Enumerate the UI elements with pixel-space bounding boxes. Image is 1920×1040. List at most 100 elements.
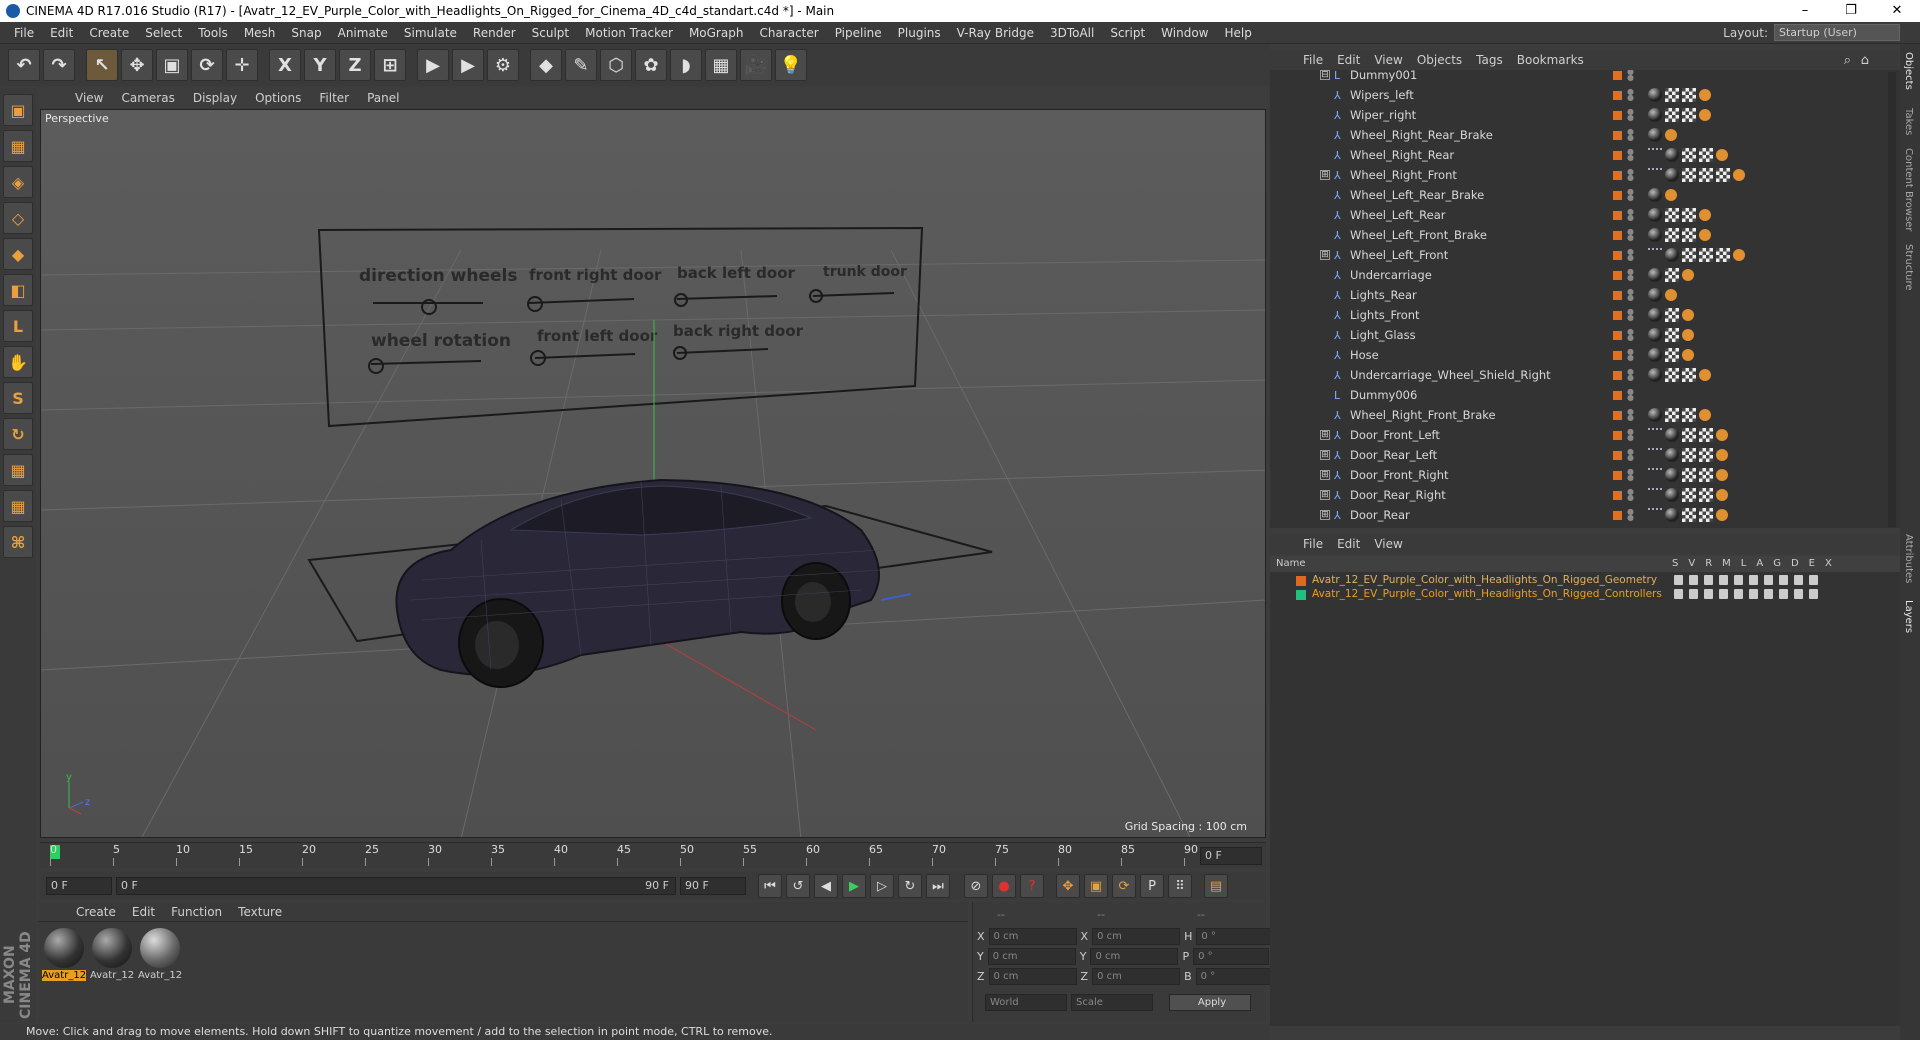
material-tag-icon[interactable] (1648, 188, 1662, 202)
dock-tab-takes[interactable]: Takes (1903, 108, 1914, 135)
material-tag-icon[interactable] (1648, 408, 1662, 422)
z-axis-button[interactable]: Z (339, 49, 371, 81)
layer-color-icon[interactable] (1613, 170, 1622, 180)
object-row[interactable]: ⊞ ⅄ Door_Rear_Left ● ● (1270, 445, 1885, 465)
texture-tag-icon[interactable] (1699, 168, 1713, 182)
apply-button[interactable]: Apply (1169, 994, 1251, 1011)
menu-help[interactable]: Help (1216, 26, 1259, 40)
visibility-dots-icon[interactable]: ● ● (1627, 388, 1634, 402)
viewport-menu-panel[interactable]: Panel (358, 91, 408, 105)
layer-color-icon[interactable] (1613, 330, 1622, 340)
visibility-dots-icon[interactable]: ● ● (1627, 288, 1634, 302)
menu-edit[interactable]: Edit (42, 26, 81, 40)
texture-tag-icon[interactable] (1682, 168, 1696, 182)
texture-tag-icon[interactable] (1682, 428, 1696, 442)
render-view-button[interactable]: ▶ (417, 49, 449, 81)
visibility-dots-icon[interactable]: ● ● (1627, 468, 1634, 482)
material-tag-icon[interactable] (1665, 468, 1679, 482)
layer-col-generators[interactable]: G (1773, 558, 1781, 569)
layer-color-icon[interactable] (1613, 510, 1622, 520)
pose-tag-icon[interactable] (1733, 169, 1745, 181)
visibility-dots-icon[interactable]: ● ● (1627, 208, 1634, 222)
dock-tab-layers[interactable]: Layers (1903, 600, 1914, 633)
menu-motion-tracker[interactable]: Motion Tracker (577, 26, 681, 40)
object-name[interactable]: Dummy006 (1350, 388, 1417, 402)
magnet-button[interactable]: ↻ (3, 418, 33, 450)
material-tag-icon[interactable] (1648, 128, 1662, 142)
visibility-dots-icon[interactable]: ● ● (1627, 448, 1634, 462)
menu-window[interactable]: Window (1153, 26, 1216, 40)
pose-tag-icon[interactable] (1716, 429, 1728, 441)
slider-handle-wheel-rotation[interactable] (368, 358, 384, 374)
position-x-field[interactable]: 0 cm (988, 928, 1077, 945)
material-tag-icon[interactable] (1665, 508, 1679, 522)
visibility-dots-icon[interactable]: ● ● (1627, 108, 1634, 122)
expand-toggle-icon[interactable]: ⊞ (1320, 510, 1330, 520)
key-pla-button[interactable]: ⠿ (1168, 874, 1192, 898)
render-picture-viewer-button[interactable]: ▶ (452, 49, 484, 81)
texture-tag-icon[interactable] (1699, 448, 1713, 462)
texture-tag-icon[interactable] (1665, 108, 1679, 122)
y-axis-button[interactable]: Y (304, 49, 336, 81)
material-tag-icon[interactable] (1665, 488, 1679, 502)
texture-tag-icon[interactable] (1699, 428, 1713, 442)
layer-color-swatch[interactable] (1296, 576, 1306, 586)
menu-simulate[interactable]: Simulate (396, 26, 465, 40)
layer-color-icon[interactable] (1613, 70, 1622, 80)
material-tag-icon[interactable] (1648, 88, 1662, 102)
material-tag-icon[interactable] (1648, 348, 1662, 362)
key-rotation-button[interactable]: ⟳ (1112, 874, 1136, 898)
viewport-menu-cameras[interactable]: Cameras (112, 91, 183, 105)
layer-col-visible[interactable]: V (1688, 558, 1695, 569)
pose-tag-icon[interactable] (1682, 309, 1694, 321)
material-tag-icon[interactable] (1648, 228, 1662, 242)
visibility-dots-icon[interactable]: ● ● (1627, 408, 1634, 422)
object-row[interactable]: ⅄ Lights_Rear ● ● (1270, 285, 1885, 305)
object-row[interactable]: ⅄ Light_Glass ● ● (1270, 325, 1885, 345)
material-menu-function[interactable]: Function (163, 905, 230, 919)
dock-tab-structure[interactable]: Structure (1903, 244, 1914, 291)
object-row[interactable]: ⅄ Wheel_Right_Rear_Brake ● ● (1270, 125, 1885, 145)
pose-tag-icon[interactable] (1699, 369, 1711, 381)
coordinate-system-button[interactable]: ⊞ (374, 49, 406, 81)
object-row[interactable]: ⅄ Wheel_Left_Rear_Brake ● ● (1270, 185, 1885, 205)
coordinate-space-select[interactable]: World (985, 994, 1067, 1011)
layers-menu-file[interactable]: File (1296, 537, 1330, 551)
object-name[interactable]: Door_Front_Left (1350, 428, 1440, 442)
go-to-start-button[interactable]: ⏮ (758, 874, 782, 898)
home-icon[interactable]: ⌂ (1854, 53, 1876, 68)
material-tag-icon[interactable] (1648, 288, 1662, 302)
workplane-button[interactable]: ◈ (3, 166, 33, 198)
visibility-dots-icon[interactable]: ● ● (1627, 228, 1634, 242)
model-mode-button[interactable]: ▣ (3, 94, 33, 126)
tweak-mode-button[interactable]: ✋ (3, 346, 33, 378)
layout-select[interactable]: Startup (User) (1774, 24, 1900, 41)
material-menu-texture[interactable]: Texture (230, 905, 290, 919)
undo-button[interactable]: ↶ (8, 49, 40, 81)
object-row[interactable]: ⅄ Wheel_Left_Rear ● ● (1270, 205, 1885, 225)
layer-color-icon[interactable] (1613, 430, 1622, 440)
dock-tab-content-browser[interactable]: Content Browser (1903, 148, 1914, 231)
object-row[interactable]: ⊞ ⅄ Door_Front_Left ● ● (1270, 425, 1885, 445)
object-name[interactable]: Door_Rear (1350, 508, 1410, 522)
timeline-ruler[interactable]: 0 5 10 15 20 25 30 35 40 45 50 55 60 65 70 75 80 85 90 0 F (40, 842, 1266, 868)
layer-color-icon[interactable] (1613, 190, 1622, 200)
layer-color-icon[interactable] (1613, 90, 1622, 100)
key-position-button[interactable]: ✥ (1056, 874, 1080, 898)
floor-button[interactable]: ▦ (705, 49, 737, 81)
pose-tag-icon[interactable] (1699, 409, 1711, 421)
object-name[interactable]: Light_Glass (1350, 328, 1416, 342)
object-name[interactable]: Door_Front_Right (1350, 468, 1449, 482)
viewport-menu-view[interactable]: View (66, 91, 112, 105)
texture-tag-icon[interactable] (1682, 408, 1696, 422)
position-z-field[interactable]: 0 cm (988, 968, 1077, 985)
slider-handle-front-right-door[interactable] (527, 296, 543, 312)
edges-mode-button[interactable]: ◆ (3, 238, 33, 270)
layer-color-icon[interactable] (1613, 410, 1622, 420)
material-tag-icon[interactable] (1648, 208, 1662, 222)
selection-tag-icon[interactable] (1648, 488, 1662, 502)
texture-tag-icon[interactable] (1665, 228, 1679, 242)
preview-range-slider[interactable]: 0 F 90 F (116, 877, 676, 895)
python-icon[interactable]: ⌘ (3, 526, 33, 558)
visibility-dots-icon[interactable]: ● ● (1627, 428, 1634, 442)
